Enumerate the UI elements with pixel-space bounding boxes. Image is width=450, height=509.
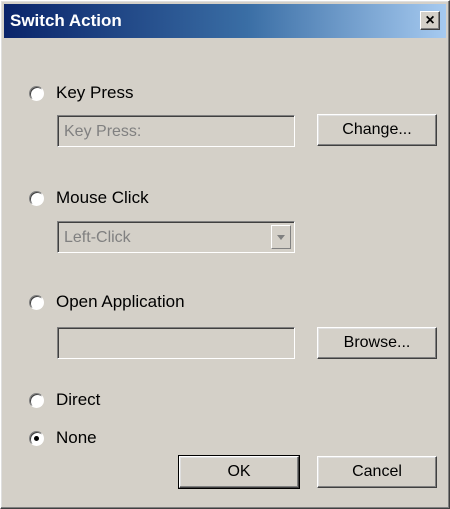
browse-button[interactable]: Browse... [317, 327, 437, 359]
radio-open-application-circle[interactable] [29, 294, 44, 310]
key-press-field-placeholder: Key Press: [64, 123, 142, 140]
radio-mouse-click[interactable]: Mouse Click [29, 188, 149, 208]
radio-none-circle[interactable] [29, 430, 44, 446]
mouse-click-selected-value: Left-Click [64, 229, 131, 246]
radio-key-press-label: Key Press [56, 83, 134, 102]
close-button[interactable]: × [420, 11, 440, 30]
dialog-title: Switch Action [10, 11, 122, 30]
chevron-down-icon[interactable] [271, 225, 291, 249]
browse-button-label: Browse... [343, 334, 411, 351]
cancel-button-label: Cancel [352, 463, 402, 480]
switch-action-dialog: Switch Action × Key Press Key Press: Cha… [0, 0, 450, 509]
close-icon: × [425, 12, 435, 29]
cancel-button[interactable]: Cancel [317, 456, 437, 488]
ok-button[interactable]: OK [178, 455, 300, 489]
radio-mouse-click-label: Mouse Click [56, 188, 149, 207]
change-button[interactable]: Change... [317, 114, 437, 146]
radio-none[interactable]: None [29, 428, 97, 448]
ok-button-label: OK [227, 463, 251, 480]
radio-open-application-label: Open Application [56, 292, 185, 311]
radio-none-label: None [56, 428, 97, 447]
radio-direct[interactable]: Direct [29, 390, 100, 410]
radio-open-application[interactable]: Open Application [29, 292, 185, 312]
change-button-label: Change... [342, 121, 412, 138]
radio-mouse-click-circle[interactable] [29, 190, 44, 206]
key-press-field[interactable]: Key Press: [57, 115, 295, 147]
radio-key-press-circle[interactable] [29, 85, 44, 101]
radio-direct-label: Direct [56, 390, 101, 409]
title-bar[interactable]: Switch Action × [4, 4, 446, 38]
application-path-field[interactable] [57, 327, 295, 359]
radio-key-press[interactable]: Key Press [29, 83, 133, 103]
radio-direct-circle[interactable] [29, 392, 44, 408]
mouse-click-select[interactable]: Left-Click [57, 221, 295, 253]
